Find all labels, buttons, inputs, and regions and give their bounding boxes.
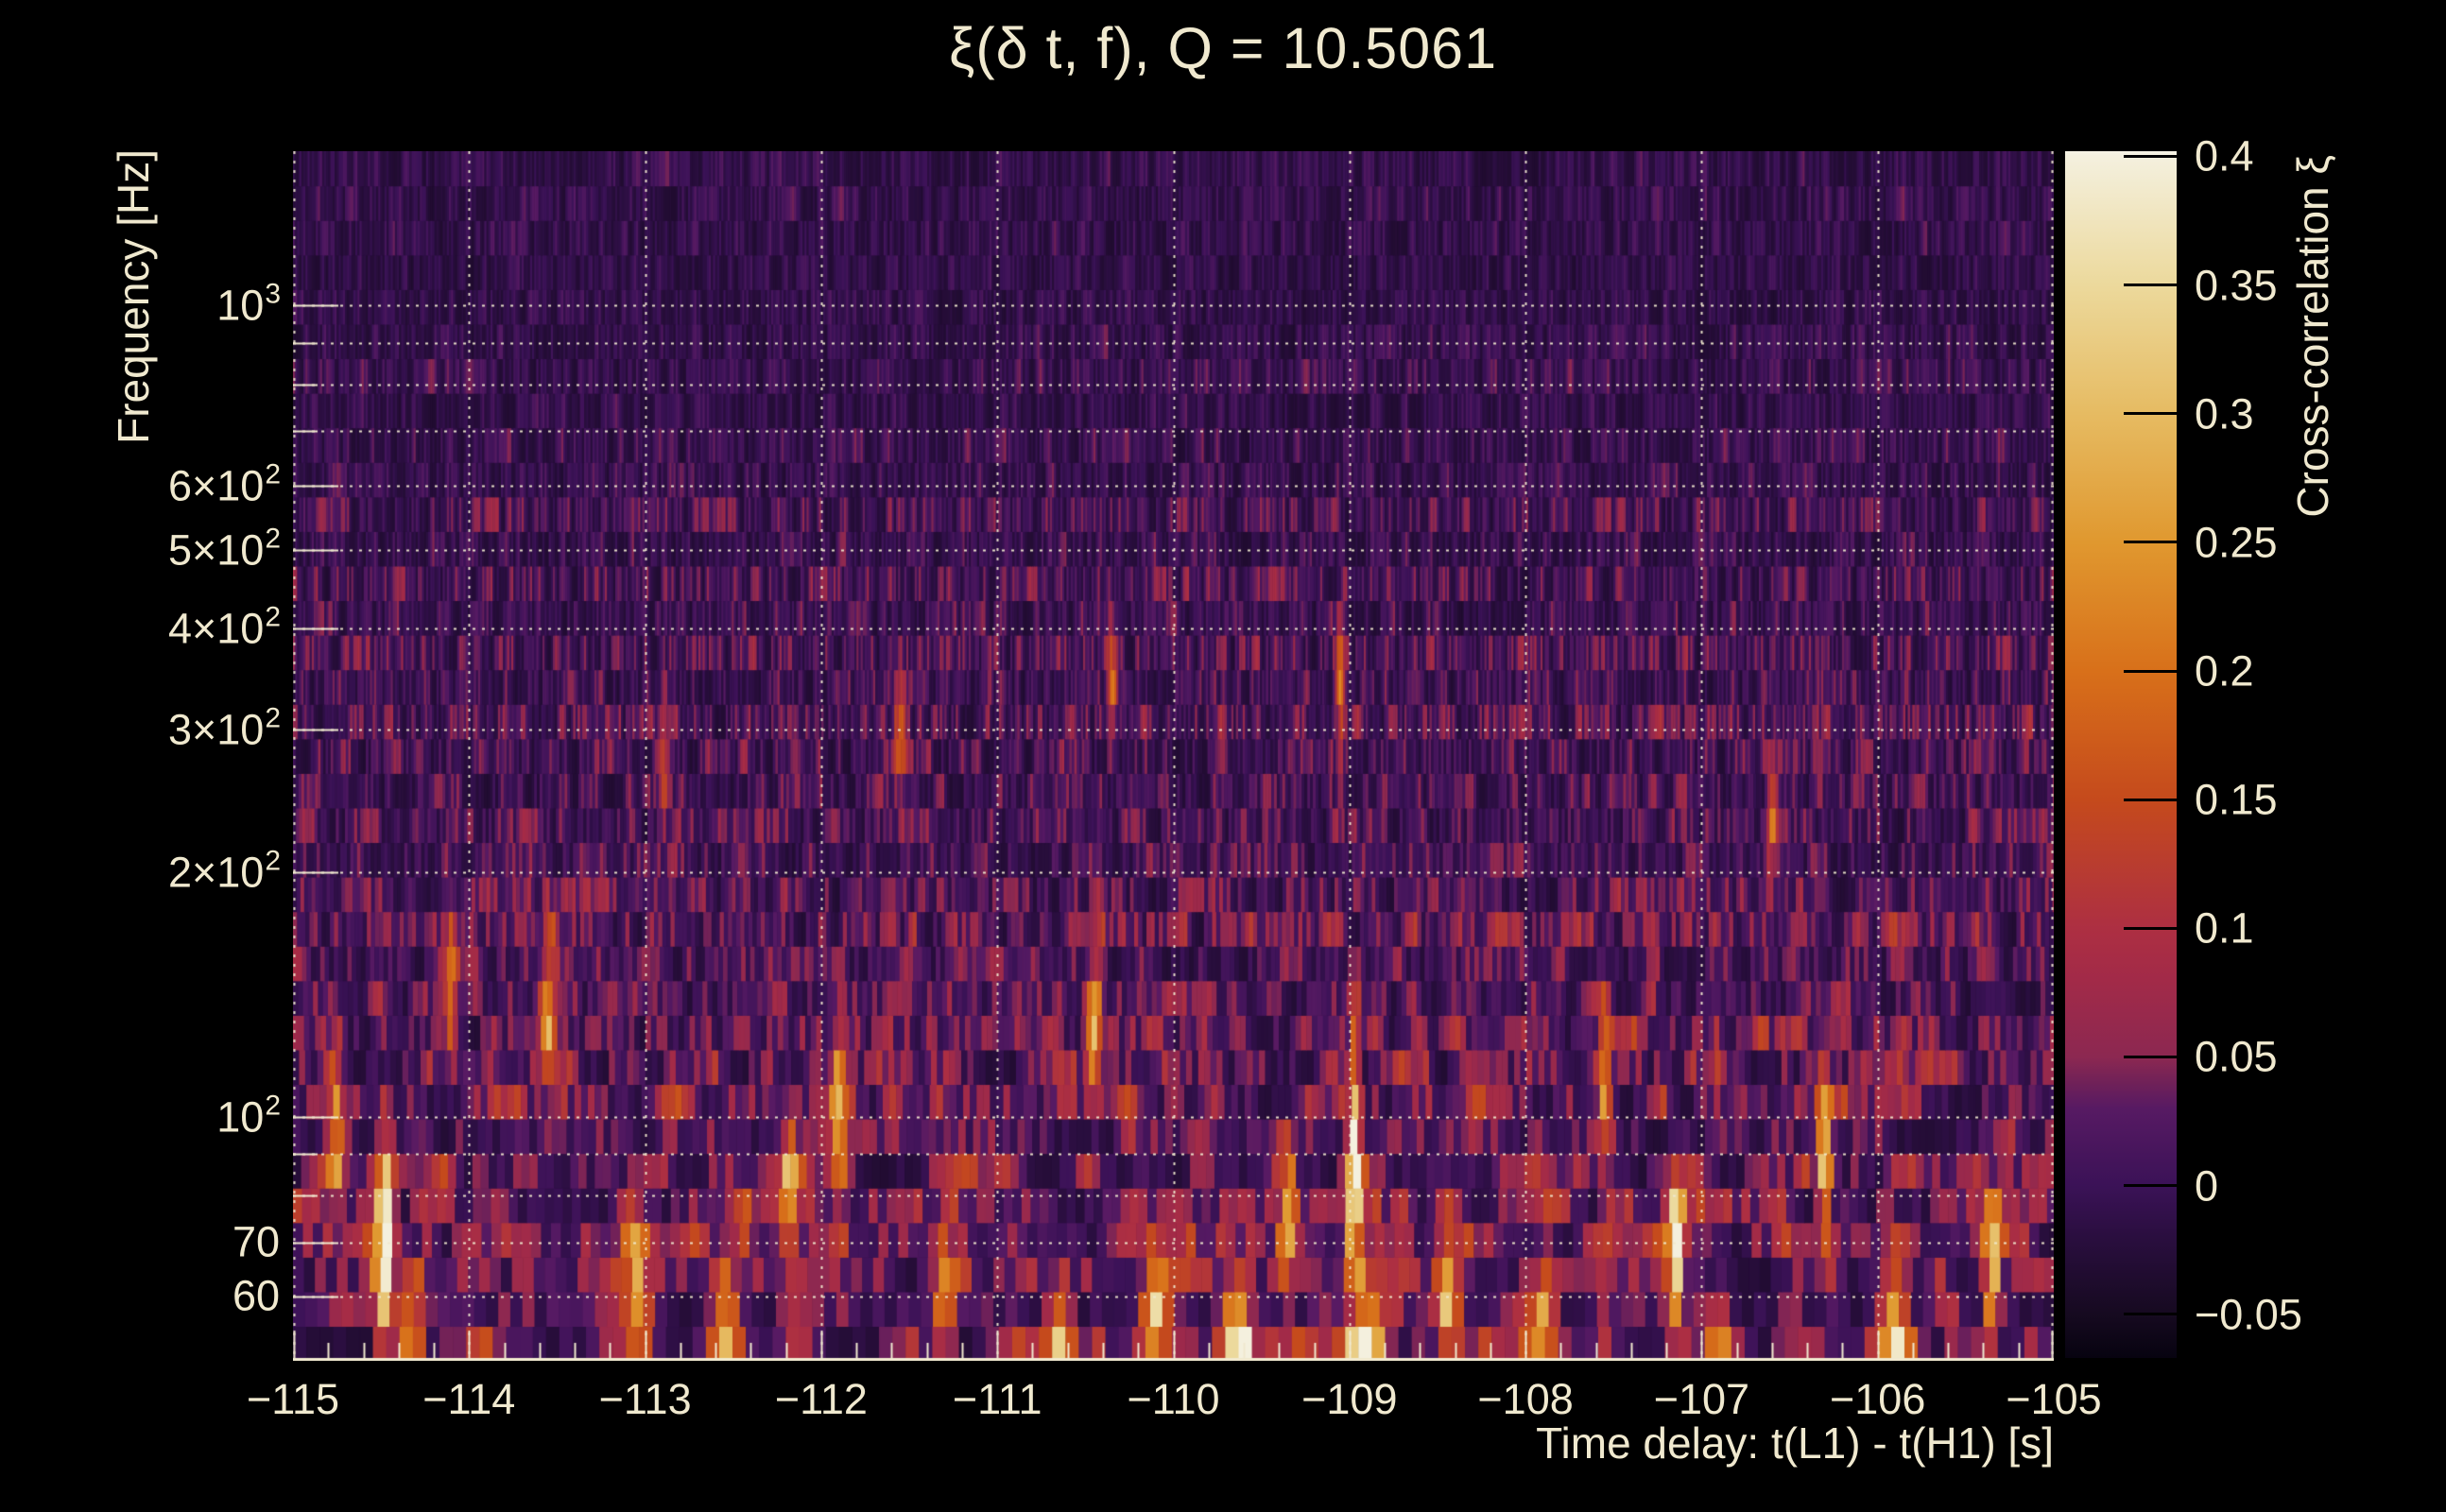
colorbar-tick-mark	[2124, 798, 2177, 801]
colorbar-tick-label: 0.05	[2195, 1032, 2278, 1081]
y-tick-label: 3×102	[167, 702, 281, 754]
y-tick-label: 2×102	[167, 845, 281, 897]
colorbar-tick-mark	[2124, 1055, 2177, 1058]
colorbar-tick-mark	[2124, 669, 2177, 673]
colorbar-tick-label: 0.3	[2195, 389, 2254, 438]
colorbar-tick-mark	[2124, 1184, 2177, 1188]
colorbar-tick-label: 0.2	[2195, 646, 2254, 696]
x-tick-label: −106	[1830, 1375, 1926, 1423]
y-tick-label: 70	[232, 1217, 280, 1266]
colorbar-tick-label: −0.05	[2195, 1290, 2302, 1339]
colorbar-tick-label: 0.25	[2195, 518, 2278, 567]
colorbar-tick-mark	[2124, 154, 2177, 158]
y-tick-label: 103	[216, 278, 281, 330]
colorbar-gradient	[2065, 151, 2177, 1358]
y-tick-label: 6×102	[167, 458, 281, 510]
y-tick-exponent: 2	[265, 845, 281, 877]
x-tick-label: −107	[1653, 1375, 1750, 1423]
y-tick-exponent: 2	[265, 523, 281, 555]
colorbar-tick-mark	[2124, 412, 2177, 416]
y-tick-label: 102	[216, 1090, 281, 1142]
y-tick-exponent: 3	[265, 278, 281, 310]
plot-title: ξ(δ t, f), Q = 10.5061	[949, 16, 1497, 80]
colorbar-tick-mark	[2124, 284, 2177, 287]
x-tick-label: −108	[1477, 1375, 1574, 1423]
x-tick-label: −113	[598, 1375, 692, 1423]
colorbar-tick-mark	[2124, 1313, 2177, 1316]
y-tick-label: 60	[232, 1271, 280, 1320]
x-tick-label: −112	[774, 1375, 868, 1423]
x-tick-label: −109	[1301, 1375, 1398, 1423]
y-tick-exponent: 2	[265, 601, 281, 633]
colorbar-title: Cross-correlation ξ	[2288, 155, 2337, 518]
colorbar-tick-mark	[2124, 541, 2177, 544]
colorbar-tick-label: 0.35	[2195, 261, 2278, 310]
x-axis-title: Time delay: t(L1) - t(H1) [s]	[1536, 1418, 2054, 1468]
colorbar-tick-label: 0.15	[2195, 775, 2278, 824]
y-tick-exponent: 2	[265, 702, 281, 734]
y-tick-exponent: 2	[265, 458, 281, 490]
heatmap-canvas	[293, 151, 2054, 1361]
page: { "title": "ξ(δ t, f), Q = 10.5061", "co…	[0, 0, 2446, 1512]
x-tick-label: −110	[1127, 1375, 1220, 1423]
colorbar-tick-label: 0.4	[2195, 131, 2254, 180]
colorbar-tick-mark	[2124, 926, 2177, 930]
x-tick-label: −111	[952, 1375, 1042, 1423]
colorbar-tick-label: 0	[2195, 1161, 2219, 1211]
y-tick-exponent: 2	[265, 1090, 281, 1122]
y-tick-label: 4×102	[167, 601, 281, 653]
x-tick-label: −105	[2006, 1375, 2102, 1423]
colorbar-tick-label: 0.1	[2195, 903, 2254, 953]
x-tick-label: −114	[422, 1375, 516, 1423]
y-tick-label: 5×102	[167, 523, 281, 575]
x-tick-label: −115	[246, 1375, 340, 1423]
